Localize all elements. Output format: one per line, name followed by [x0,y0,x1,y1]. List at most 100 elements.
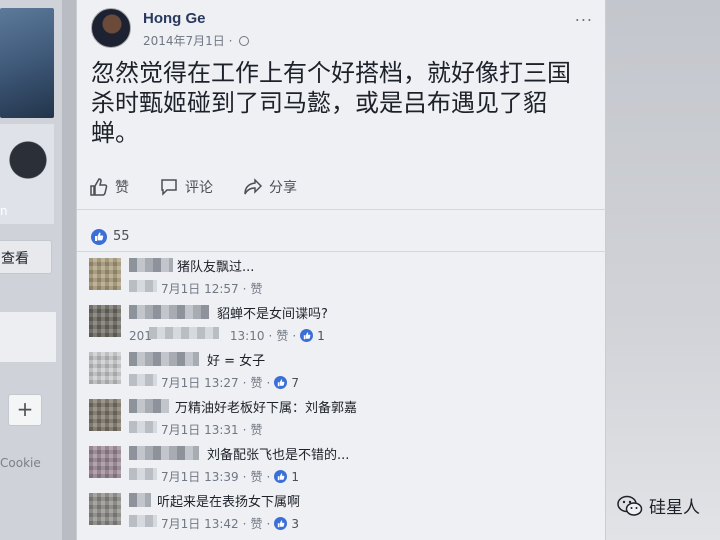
comment-item: 万精油好老板好下属：刘备郭嘉 7月1日 13:31 · 赞 [89,397,599,444]
add-button[interactable]: + [8,394,42,426]
comment-list: 猪队友飘过... 7月1日 12:57 · 赞 貂蝉不是女间谍吗? 201 13:1… [89,256,599,538]
separator: · [242,516,247,531]
comment-text: 貂蝉不是女间谍吗? [217,307,328,322]
like-reaction-icon [91,228,107,245]
post-card: Hong Ge 2014年7月1日 · ... 忽然觉得在工作上有个好搭档，就好… [76,0,607,540]
watermark: 硅星人 [617,493,700,518]
comment-text: 猪队友飘过... [177,260,255,275]
post-actions: 赞 评论 分享 [77,168,607,210]
right-background [606,0,720,540]
wechat-icon [617,495,643,516]
commenter-avatar-blurred[interactable] [89,446,121,478]
commenter-name-blurred[interactable] [129,399,169,413]
separator: · [242,422,247,437]
time-blurred [129,374,157,386]
comment-text: 听起来是在表扬女下属啊 [157,495,301,510]
commenter-name-blurred[interactable] [129,305,209,319]
comment-item: 好 = 女子 7月1日 13:27 · 赞 · 7 [89,350,599,397]
comment-label: 评论 [185,180,213,196]
comment-time-prefix: 201 [129,328,152,343]
comment-like-button[interactable]: 赞 [251,515,263,532]
like-label: 赞 [115,180,129,196]
reaction-summary[interactable]: 55 [77,210,607,252]
globe-icon [239,36,250,46]
comment-item: 听起来是在表扬女下属啊 7月1日 13:42 · 赞 · 3 [89,491,599,538]
like-reaction-icon [274,376,288,389]
comment-text: 刘备配张飞也是不错的... [207,448,350,463]
comment-time[interactable]: 7月1日 13:27 [161,374,239,391]
comment-meta: 7月1日 13:39 · 赞 · 1 [161,468,299,485]
comment-item: 猪队友飘过... 7月1日 12:57 · 赞 [89,256,599,303]
comment-like-count: 3 [291,516,299,531]
left-card [0,312,56,362]
commenter-avatar-blurred[interactable] [89,305,121,337]
commenter-name-blurred[interactable] [129,446,199,460]
comment-like-button[interactable]: 赞 [251,421,263,438]
comment-time[interactable]: 13:10 [230,329,265,343]
comment-like-count: 7 [291,375,299,390]
share-button[interactable]: 分享 [243,177,297,197]
post-text: 忽然觉得在工作上有个好搭档，就好像打三国杀时甄姬碰到了司马懿，或是吕布遇见了貂蝉… [91,59,571,147]
separator: · [242,469,247,484]
comment-time[interactable]: 7月1日 12:57 [161,280,239,297]
comment-meta: 7月1日 12:57 · 赞 [161,280,263,297]
like-reaction-icon [274,470,288,483]
comment-like-button[interactable]: 赞 [276,327,288,344]
post-meta: 2014年7月1日 · [143,32,250,49]
friend-photo[interactable] [0,8,54,118]
separator: · [266,375,271,390]
more-options-icon[interactable]: ... [575,6,593,25]
share-icon [244,178,263,195]
like-reaction-icon [274,517,288,530]
comment-meta: 201 13:10 · 赞 · 1 [129,327,325,344]
commenter-name-blurred[interactable] [129,258,173,272]
separator: · [266,516,271,531]
comment-item: 刘备配张飞也是不错的... 7月1日 13:39 · 赞 · 1 [89,444,599,491]
commenter-name-blurred[interactable] [129,352,199,366]
like-button[interactable]: 赞 [89,177,129,197]
time-blurred [129,280,157,292]
comment-time[interactable]: 7月1日 13:39 [161,468,239,485]
comment-like-button[interactable]: 赞 [251,468,263,485]
comment-like-button[interactable]: 赞 [251,280,263,297]
commenter-name-blurred[interactable] [129,493,151,507]
comment-meta: 7月1日 13:27 · 赞 · 7 [161,374,299,391]
separator: · [268,328,273,343]
commenter-avatar-blurred[interactable] [89,352,121,384]
separator: · [242,375,247,390]
comment-text: 万精油好老板好下属：刘备郭嘉 [175,401,358,416]
meta-separator: · [224,34,237,48]
separator: · [266,469,271,484]
cookie-link[interactable]: Cookie [0,456,41,470]
commenter-avatar-blurred[interactable] [89,258,121,290]
comment-time[interactable]: 7月1日 13:42 [161,515,239,532]
comment-like-count: 1 [291,469,299,484]
watermark-text: 硅星人 [649,498,700,518]
commenter-avatar-blurred[interactable] [89,493,121,525]
time-blurred [129,421,157,433]
comment-meta: 7月1日 13:42 · 赞 · 3 [161,515,299,532]
comment-button[interactable]: 评论 [159,177,213,197]
thumbs-up-icon [90,178,108,196]
friend-photo-2[interactable]: n [0,124,54,224]
like-count: 55 [113,229,130,244]
post-date[interactable]: 2014年7月1日 [143,34,225,48]
commenter-avatar-blurred[interactable] [89,399,121,431]
like-reaction-icon [300,329,314,342]
comment-icon [161,179,177,196]
friend-label: n [0,204,8,218]
comment-like-count: 1 [317,328,325,343]
author-name[interactable]: Hong Ge [143,10,206,27]
time-blurred [129,515,157,527]
left-column: n 查看 + Cookie [0,0,62,540]
comment-item: 貂蝉不是女间谍吗? 201 13:10 · 赞 · 1 [89,303,599,350]
view-button[interactable]: 查看 [0,240,52,274]
comment-meta: 7月1日 13:31 · 赞 [161,421,263,438]
share-label: 分享 [269,180,297,196]
separator: · [292,328,297,343]
avatar[interactable] [91,8,131,48]
comment-time[interactable]: 7月1日 13:31 [161,421,239,438]
comment-like-button[interactable]: 赞 [251,374,263,391]
separator: · [242,281,247,296]
time-blurred [129,468,157,480]
